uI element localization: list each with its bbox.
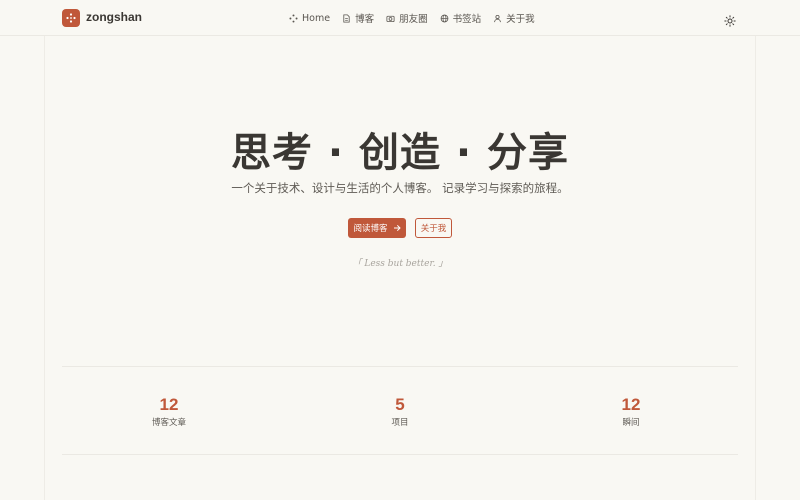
stat-value: 5 [395, 395, 405, 414]
stat-value: 12 [621, 395, 641, 414]
stat-label: 瞬间 [622, 418, 640, 428]
hero-title: 思考 · 创造 · 分享 [230, 130, 570, 176]
read-blog-label: 阅读博客 [353, 224, 388, 234]
logo-icon[interactable] [62, 9, 80, 27]
camera-icon [386, 15, 395, 22]
stats-divider-bottom [62, 454, 738, 455]
stat-projects[interactable]: 5 项目 [340, 395, 460, 428]
sun-icon [724, 15, 736, 27]
nav-label: 博客 [355, 14, 375, 25]
about-me-button[interactable]: 关于我 [415, 218, 452, 238]
site-brand[interactable]: zongshan [86, 10, 142, 24]
main-nav: Home 博客 朋友圈 书签站 关于我 [289, 11, 547, 25]
nav-label: 书签站 [452, 14, 482, 25]
nav-label: Home [302, 12, 331, 24]
arrow-right-icon [393, 224, 401, 232]
nav-item-bookmarks[interactable]: 书签站 [440, 11, 482, 25]
stat-moments[interactable]: 12 瞬间 [571, 395, 691, 428]
hero-subtitle: 一个关于技术、设计与生活的个人博客。 记录学习与探索的旅程。 [231, 181, 569, 195]
nav-label: 关于我 [506, 14, 535, 25]
read-blog-button[interactable]: 阅读博客 [348, 218, 406, 238]
site-header: zongshan Home 博客 朋友圈 书签站 关于我 [0, 0, 800, 36]
stat-label: 博客文章 [151, 418, 186, 428]
stat-posts[interactable]: 12 博客文章 [109, 395, 229, 428]
nav-item-home[interactable]: Home [289, 13, 330, 24]
user-icon [494, 14, 501, 22]
about-me-label: 关于我 [420, 224, 447, 234]
nav-item-moments[interactable]: 朋友圈 [386, 11, 428, 25]
stats-divider-top [62, 366, 738, 367]
nav-item-about[interactable]: 关于我 [493, 11, 535, 25]
globe-icon [440, 14, 448, 22]
stat-value: 12 [159, 395, 179, 414]
motto-quote: 「 Less but better. 」 [352, 259, 448, 269]
nav-item-blog[interactable]: 博客 [342, 11, 374, 25]
sparkle-icon [289, 13, 298, 23]
nav-label: 朋友圈 [399, 14, 428, 25]
stat-label: 项目 [391, 418, 409, 428]
document-icon [343, 13, 350, 23]
theme-toggle-button[interactable] [724, 12, 736, 27]
